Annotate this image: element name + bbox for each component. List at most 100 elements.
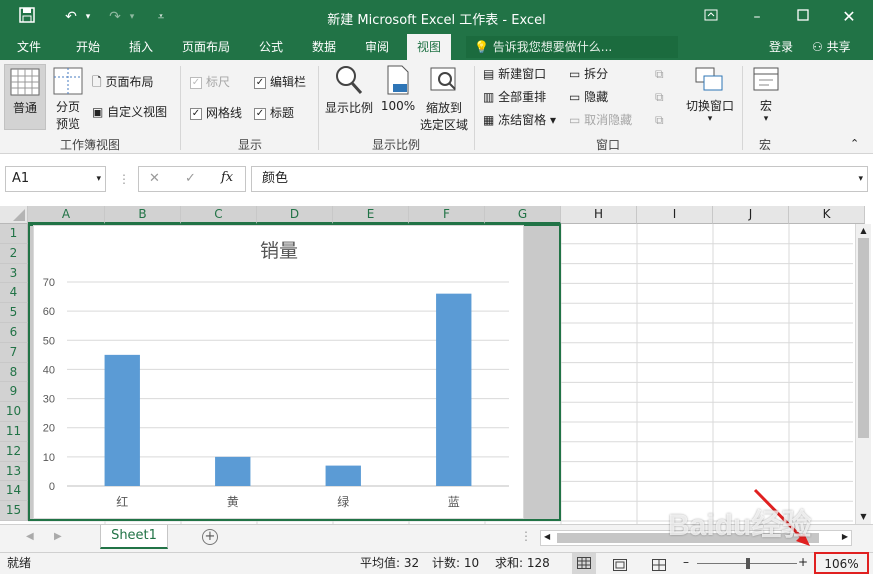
new-window-button[interactable]: ▤ 新建窗口	[483, 66, 546, 82]
tab-review[interactable]: 审阅	[365, 38, 389, 56]
scroll-right-icon[interactable]: ▶	[842, 532, 848, 541]
gridlines-checkbox[interactable]: ✓ 网格线	[190, 105, 242, 121]
login-link[interactable]: 登录	[769, 38, 793, 56]
chevron-down-icon[interactable]: ▾	[96, 167, 101, 191]
formula-input[interactable]: 颜色 ▾	[251, 166, 868, 192]
hide-button[interactable]: ▭ 隐藏	[569, 89, 608, 105]
row-header-1[interactable]: 1	[0, 224, 28, 244]
name-box[interactable]: A1 ▾	[5, 166, 106, 192]
row-header-2[interactable]: 2	[0, 243, 28, 264]
headings-checkbox[interactable]: ✓ 标题	[254, 105, 294, 121]
column-header-H[interactable]: H	[561, 206, 637, 224]
tab-view[interactable]: 视图	[407, 34, 452, 60]
page-break-status-icon[interactable]	[652, 557, 666, 578]
scroll-down-icon[interactable]: ▼	[856, 510, 871, 524]
page-layout-icon: 🗋	[92, 75, 102, 89]
reset-window-position-icon[interactable]: ⧉	[655, 112, 664, 128]
tab-formulas[interactable]: 公式	[259, 38, 283, 56]
column-header-J[interactable]: J	[713, 206, 789, 224]
y-tick-label: 40	[43, 364, 55, 376]
expand-formula-bar-icon[interactable]: ▾	[858, 167, 863, 191]
row-header-11[interactable]: 11	[0, 422, 28, 442]
arrange-all-button[interactable]: ▥ 全部重排	[483, 89, 546, 105]
zoom-out-icon[interactable]: –	[683, 552, 689, 573]
chart-area[interactable]: 销量 0 10 20 30 40 50 60 70 红 黄 绿 蓝	[33, 225, 524, 519]
unhide-button[interactable]: ▭ 取消隐藏	[569, 112, 632, 128]
column-header-A[interactable]: A	[28, 206, 105, 224]
zoom-100-button[interactable]: 100%	[380, 64, 416, 124]
macros-button[interactable]: 宏 ▾	[748, 66, 784, 132]
zoom-slider-thumb[interactable]	[746, 558, 750, 569]
sheet-tab-sheet1[interactable]: Sheet1	[100, 525, 168, 549]
column-header-F[interactable]: F	[409, 206, 485, 224]
ribbon-display-options-icon[interactable]	[700, 7, 722, 27]
next-sheet-icon[interactable]: ▶	[54, 531, 62, 542]
bar-2[interactable]	[325, 465, 361, 486]
zoom-level[interactable]: 106%	[814, 552, 869, 574]
tab-insert[interactable]: 插入	[129, 38, 153, 56]
split-button[interactable]: ▭ 拆分	[569, 66, 608, 82]
row-header-8[interactable]: 8	[0, 362, 28, 383]
synchronous-scrolling-icon[interactable]: ⧉	[655, 89, 664, 105]
row-header-14[interactable]: 14	[0, 481, 28, 502]
column-header-D[interactable]: D	[257, 206, 333, 224]
bar-0[interactable]	[104, 354, 140, 486]
tab-page-layout[interactable]: 页面布局	[182, 38, 230, 56]
collapse-ribbon-icon[interactable]: ⌃	[850, 136, 859, 152]
prev-sheet-icon[interactable]: ◀	[26, 531, 34, 542]
ruler-checkbox[interactable]: ✓ 标尺	[190, 74, 230, 90]
share-button[interactable]: ⚇ 共享	[812, 38, 851, 56]
select-all-corner[interactable]	[0, 206, 28, 224]
zoom-to-selection-button[interactable]: 缩放到 选定区域	[418, 64, 470, 134]
tab-file[interactable]: 文件	[17, 38, 41, 56]
scroll-up-icon[interactable]: ▲	[856, 224, 871, 238]
custom-views-button[interactable]: ▣ 自定义视图	[92, 104, 167, 120]
row-header-3[interactable]: 3	[0, 263, 28, 284]
switch-windows-button[interactable]: 切换窗口 ▾	[682, 66, 738, 132]
formula-bar-checkbox[interactable]: ✓ 编辑栏	[254, 74, 306, 90]
column-header-G[interactable]: G	[485, 206, 561, 224]
tab-home[interactable]: 开始	[76, 38, 100, 56]
page-break-preview-button[interactable]: 分页 预览	[50, 64, 86, 134]
close-icon[interactable]: ✕	[838, 7, 860, 27]
enter-check-icon[interactable]: ✓	[185, 171, 196, 186]
page-layout-view-button[interactable]: 🗋 页面布局	[92, 74, 154, 90]
row-header-10[interactable]: 10	[0, 402, 28, 422]
page-layout-status-icon[interactable]	[613, 557, 627, 578]
insert-function-icon[interactable]: fx	[221, 170, 233, 185]
tell-me-box[interactable]: 💡 告诉我您想要做什么...	[466, 36, 678, 58]
row-header-12[interactable]: 12	[0, 441, 28, 462]
row-header-13[interactable]: 13	[0, 461, 28, 482]
column-header-E[interactable]: E	[333, 206, 409, 224]
column-header-B[interactable]: B	[105, 206, 181, 224]
new-sheet-plus-icon[interactable]: +	[202, 529, 218, 545]
freeze-panes-button[interactable]: ▦ 冻结窗格 ▾	[483, 112, 556, 128]
scroll-left-icon[interactable]: ◀	[544, 532, 550, 541]
bar-3[interactable]	[436, 293, 472, 486]
zoom-button[interactable]: 显示比例	[324, 64, 374, 124]
zoom-selection-label-1: 缩放到	[425, 101, 462, 115]
cancel-icon[interactable]: ✕	[149, 171, 160, 186]
zoom-slider[interactable]	[697, 558, 797, 569]
row-header-7[interactable]: 7	[0, 342, 28, 363]
column-header-C[interactable]: C	[181, 206, 257, 224]
status-ready: 就绪	[7, 556, 32, 570]
maximize-icon[interactable]	[792, 7, 814, 27]
tab-split-handle-icon[interactable]: ⋮	[520, 529, 532, 543]
minimize-icon[interactable]: –	[746, 7, 768, 27]
bar-1[interactable]	[215, 456, 251, 486]
column-header-I[interactable]: I	[637, 206, 713, 224]
tab-data[interactable]: 数据	[312, 38, 336, 56]
normal-view-button[interactable]: 普通	[4, 64, 46, 130]
normal-view-status-icon[interactable]	[572, 553, 596, 574]
vertical-scroll-thumb[interactable]	[858, 238, 869, 438]
column-header-K[interactable]: K	[789, 206, 865, 224]
zoom-in-icon[interactable]: +	[798, 552, 808, 573]
row-header-9[interactable]: 9	[0, 382, 28, 403]
row-header-5[interactable]: 5	[0, 303, 28, 323]
vertical-scrollbar[interactable]: ▲ ▼	[855, 224, 871, 524]
row-header-15[interactable]: 15	[0, 501, 28, 521]
row-header-4[interactable]: 4	[0, 283, 28, 304]
view-side-by-side-icon[interactable]: ⧉	[655, 66, 664, 82]
row-header-6[interactable]: 6	[0, 323, 28, 343]
